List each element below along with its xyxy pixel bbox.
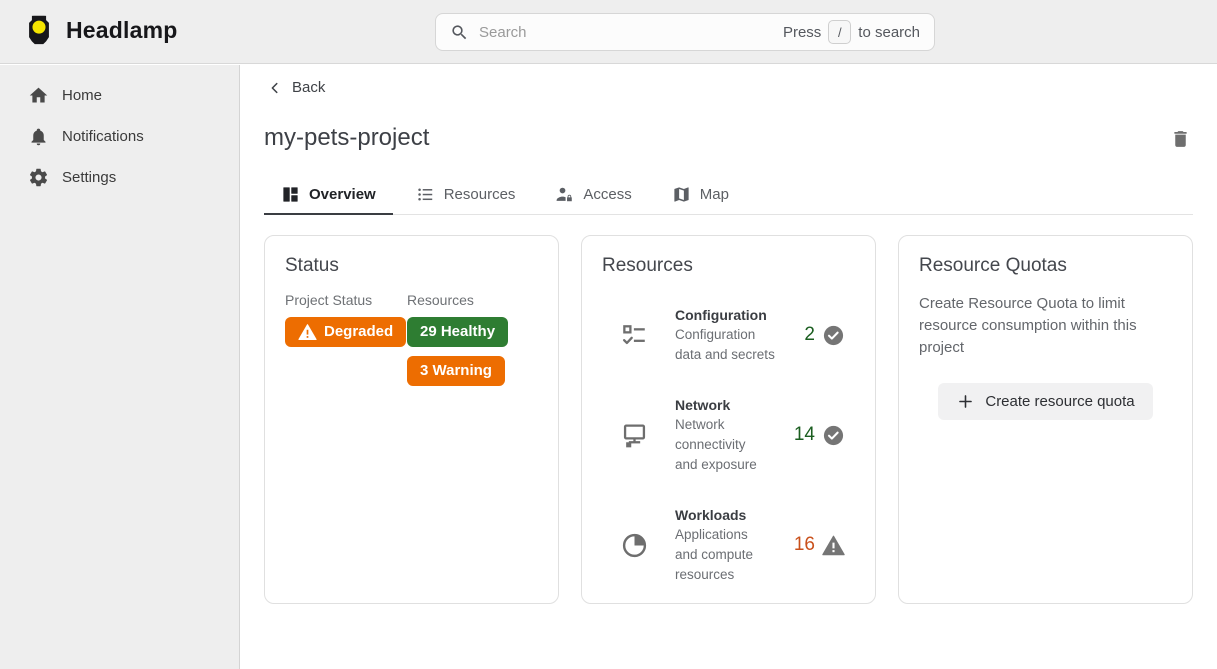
topbar: Headlamp Press / to search: [0, 0, 1217, 64]
column-label: Resources: [407, 292, 508, 308]
quotas-card-title: Resource Quotas: [919, 255, 1172, 277]
plus-icon: [956, 392, 975, 411]
main-content: Back my-pets-project Overview Resources: [241, 65, 1217, 669]
create-resource-quota-button[interactable]: Create resource quota: [938, 383, 1152, 420]
chevron-left-icon: [268, 81, 282, 95]
tab-label: Resources: [444, 186, 516, 203]
badge-label: Degraded: [324, 323, 393, 341]
headlamp-logo-icon: [22, 12, 56, 48]
resource-name: Network: [675, 395, 768, 415]
tab-map[interactable]: Map: [655, 176, 746, 214]
resource-description: Applications and compute resources: [675, 525, 768, 585]
sidebar-item-notifications[interactable]: Notifications: [0, 116, 239, 157]
resource-row-workloads[interactable]: Workloads Applications and compute resou…: [602, 505, 855, 585]
map-icon: [672, 185, 691, 204]
resource-row-configuration[interactable]: Configuration Configuration data and sec…: [602, 305, 855, 365]
trash-icon: [1170, 128, 1191, 150]
check-circle-icon: [822, 324, 845, 347]
quotas-description: Create Resource Quota to limit resource …: [919, 293, 1172, 359]
resources-status-column: Resources 29 Healthy 3 Warning: [407, 292, 508, 386]
hint-prefix: Press: [783, 24, 821, 41]
search-shortcut-hint: Press / to search: [783, 20, 920, 44]
home-icon: [28, 85, 49, 106]
global-search[interactable]: Press / to search: [435, 13, 935, 51]
resource-description: Network connectivity and exposure: [675, 415, 768, 475]
gear-icon: [28, 167, 49, 188]
slash-keycap: /: [828, 20, 851, 44]
search-input[interactable]: [479, 24, 773, 41]
network-icon: [620, 421, 649, 450]
back-button[interactable]: Back: [264, 75, 329, 100]
resources-card-title: Resources: [602, 255, 855, 277]
status-card-title: Status: [285, 255, 538, 277]
tab-overview[interactable]: Overview: [264, 176, 393, 214]
resource-quotas-card: Resource Quotas Create Resource Quota to…: [898, 235, 1193, 604]
warning-icon: [298, 324, 317, 341]
app-title: Headlamp: [66, 17, 178, 44]
tab-resources[interactable]: Resources: [399, 176, 533, 214]
project-tabs: Overview Resources Access Map: [264, 176, 1193, 215]
search-icon: [450, 23, 469, 42]
pie-chart-icon: [620, 531, 649, 560]
dashboard-icon: [281, 185, 300, 204]
tab-label: Overview: [309, 186, 376, 203]
resource-row-network[interactable]: Network Network connectivity and exposur…: [602, 395, 855, 475]
badge-label: 3 Warning: [420, 362, 492, 380]
check-circle-icon: [822, 424, 845, 447]
resource-count: 14: [794, 424, 815, 446]
tab-label: Access: [583, 186, 631, 203]
badge-label: 29 Healthy: [420, 323, 495, 341]
headlamp-logo[interactable]: Headlamp: [22, 12, 178, 48]
resource-name: Workloads: [675, 505, 768, 525]
resource-name: Configuration: [675, 305, 778, 325]
resource-count: 2: [804, 324, 815, 346]
resources-card: Resources Configuration Configuration da…: [581, 235, 876, 604]
list-icon: [416, 185, 435, 204]
person-lock-icon: [555, 185, 574, 204]
back-label: Back: [292, 79, 325, 96]
hint-suffix: to search: [858, 24, 920, 41]
degraded-status-badge: Degraded: [285, 317, 406, 347]
sidebar-item-settings[interactable]: Settings: [0, 157, 239, 198]
button-label: Create resource quota: [985, 393, 1134, 410]
column-label: Project Status: [285, 292, 407, 308]
warning-triangle-icon: [822, 535, 845, 556]
status-card: Status Project Status Degraded Resources…: [264, 235, 559, 604]
page-title: my-pets-project: [264, 124, 429, 152]
sidebar-item-label: Home: [62, 87, 102, 104]
project-status-column: Project Status Degraded: [285, 292, 407, 386]
sidebar-item-label: Notifications: [62, 128, 144, 145]
sidebar-item-label: Settings: [62, 169, 116, 186]
sidebar-item-home[interactable]: Home: [0, 75, 239, 116]
resource-description: Configuration data and secrets: [675, 325, 778, 365]
tab-label: Map: [700, 186, 729, 203]
tab-access[interactable]: Access: [538, 176, 648, 214]
resource-count: 16: [794, 534, 815, 556]
healthy-count-badge: 29 Healthy: [407, 317, 508, 347]
sidebar: Home Notifications Settings: [0, 65, 240, 669]
warning-count-badge: 3 Warning: [407, 356, 505, 386]
checklist-icon: [620, 321, 649, 350]
delete-project-button[interactable]: [1168, 126, 1193, 155]
bell-icon: [28, 126, 49, 147]
